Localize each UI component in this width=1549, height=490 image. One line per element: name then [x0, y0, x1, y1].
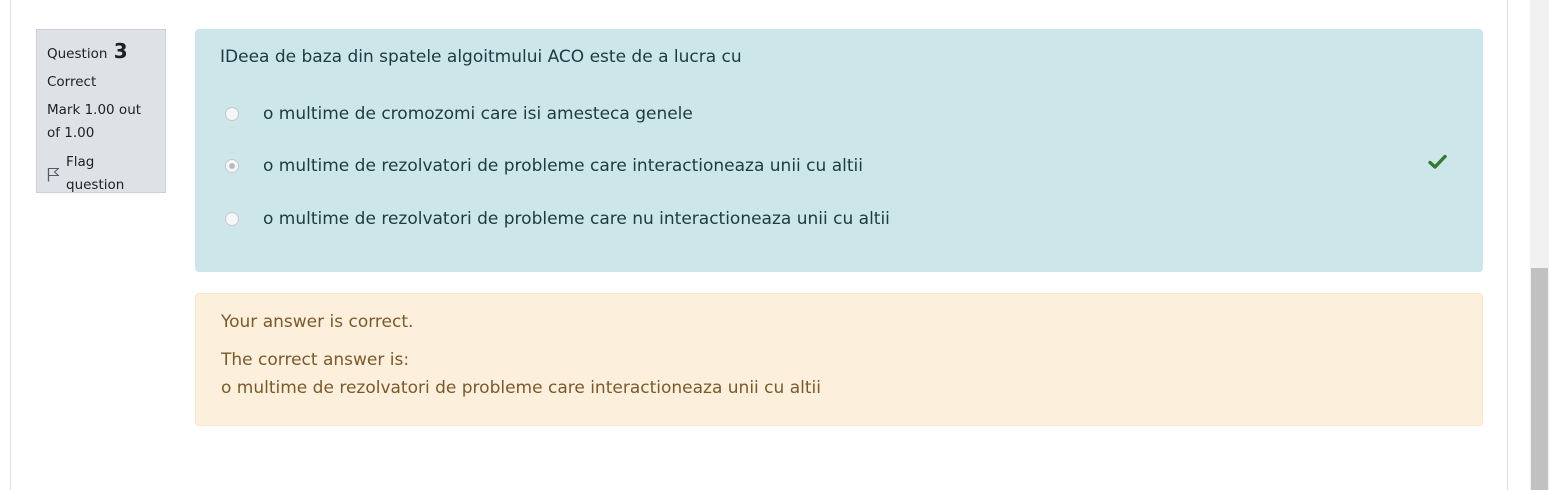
question-number: 3: [113, 39, 128, 63]
answer-label-1[interactable]: o multime de cromozomi care isi amesteca…: [263, 104, 693, 124]
check-icon: [1428, 154, 1447, 174]
question-grade: Mark 1.00 out of 1.00: [47, 102, 142, 141]
scrollbar-thumb[interactable]: [1531, 268, 1548, 490]
feedback-correct-intro: The correct answer is:: [221, 350, 410, 370]
answer-option-2[interactable]: o multime de rezolvatori de probleme car…: [225, 151, 1453, 181]
flag-question-label: Flag question: [66, 154, 125, 193]
question-number-row: Question 3: [47, 40, 155, 66]
page-left-border: [10, 0, 11, 490]
answer-radio-2[interactable]: [225, 159, 239, 173]
question-info-panel: Question 3 Correct Mark 1.00 out of 1.00…: [36, 29, 166, 193]
feedback-result: Your answer is correct.: [221, 312, 414, 332]
answer-radio-3[interactable]: [225, 212, 239, 226]
question-state: Correct: [47, 74, 97, 90]
question-label: Question: [47, 46, 108, 62]
answer-label-3[interactable]: o multime de rezolvatori de probleme car…: [263, 209, 890, 229]
page-right-border: [1507, 0, 1508, 490]
answer-feedback: Your answer is correct. The correct answ…: [195, 293, 1483, 426]
answer-radio-1[interactable]: [225, 107, 239, 121]
question-formulation: IDeea de baza din spatele algoitmului AC…: [195, 29, 1483, 272]
answer-label-2[interactable]: o multime de rezolvatori de probleme car…: [263, 156, 863, 176]
flag-question-link[interactable]: Flag question: [47, 151, 155, 197]
flag-icon: [47, 167, 60, 182]
answer-option-1[interactable]: o multime de cromozomi care isi amesteca…: [225, 99, 1453, 129]
answer-option-3[interactable]: o multime de rezolvatori de probleme car…: [225, 204, 1453, 234]
question-text: IDeea de baza din spatele algoitmului AC…: [220, 47, 742, 67]
feedback-correct-answer: o multime de rezolvatori de probleme car…: [221, 378, 821, 398]
